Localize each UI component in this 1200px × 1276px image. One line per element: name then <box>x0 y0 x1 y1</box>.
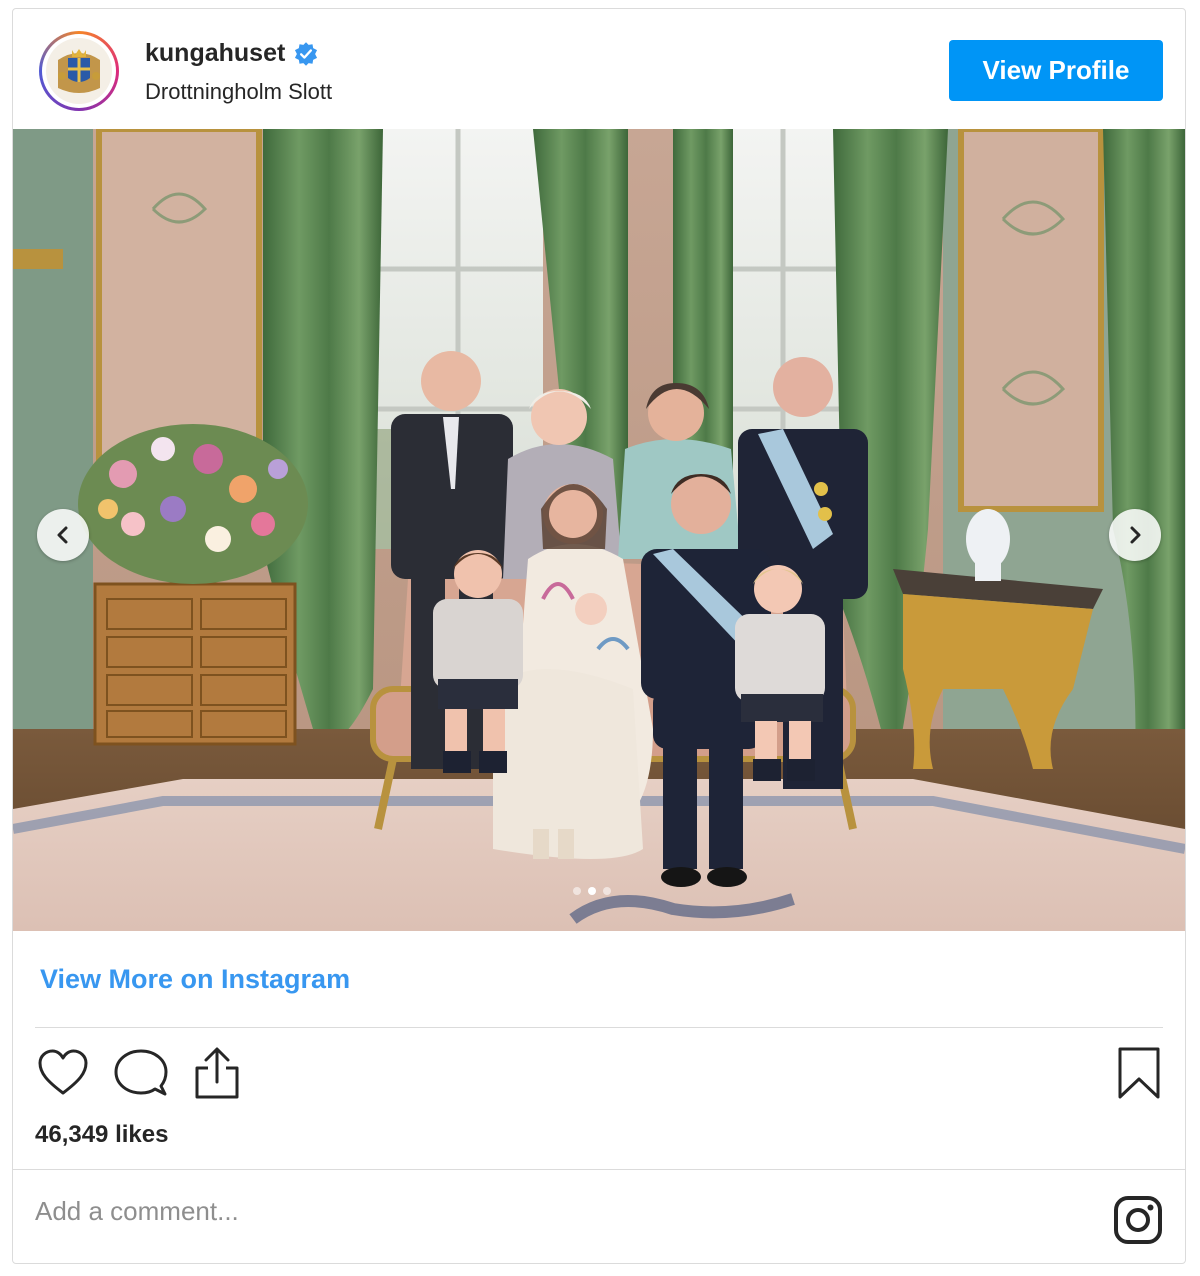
chevron-left-icon <box>57 526 68 544</box>
bookmark-icon <box>1118 1047 1160 1099</box>
chevron-right-icon <box>1130 526 1141 544</box>
divider <box>35 1027 1163 1028</box>
royal-coat-of-arms-icon <box>46 38 112 104</box>
comment-input[interactable] <box>35 1191 935 1231</box>
comment-button[interactable] <box>113 1045 169 1101</box>
carousel-dot <box>588 887 596 895</box>
carousel-prev-button[interactable] <box>37 509 89 561</box>
avatar[interactable] <box>39 31 119 111</box>
carousel-indicator <box>573 887 611 895</box>
carousel-dot <box>603 887 611 895</box>
username[interactable]: kungahuset <box>145 39 285 68</box>
comment-bubble-icon <box>114 1049 168 1096</box>
like-button[interactable] <box>35 1045 91 1101</box>
share-upload-icon <box>195 1047 239 1099</box>
carousel-next-button[interactable] <box>1109 509 1161 561</box>
instagram-embed-card: kungahuset Drottningholm Slott View Prof… <box>12 8 1186 1264</box>
share-button[interactable] <box>189 1045 245 1101</box>
post-header: kungahuset Drottningholm Slott View Prof… <box>13 9 1185 129</box>
post-actions-bar <box>35 1045 1163 1105</box>
heart-icon <box>38 1049 88 1095</box>
view-more-on-instagram-link[interactable]: View More on Instagram <box>40 964 350 995</box>
post-photo[interactable] <box>13 129 1185 931</box>
carousel-dot <box>573 887 581 895</box>
divider <box>13 1169 1185 1170</box>
verified-badge-icon <box>295 41 318 66</box>
view-profile-button[interactable]: View Profile <box>949 40 1163 101</box>
instagram-logo-icon[interactable] <box>1113 1195 1163 1245</box>
save-button[interactable] <box>1111 1045 1167 1101</box>
likes-count[interactable]: 46,349 likes <box>35 1121 168 1149</box>
royal-family-photo <box>13 129 1185 931</box>
post-location[interactable]: Drottningholm Slott <box>145 79 332 105</box>
